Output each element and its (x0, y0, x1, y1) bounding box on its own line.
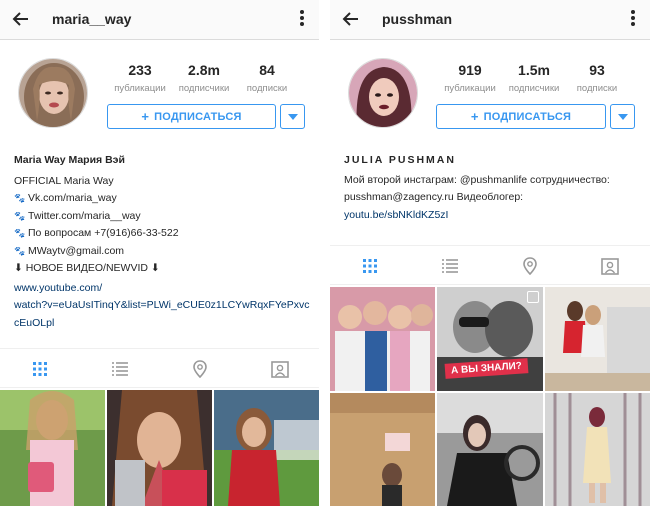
location-pin-icon[interactable] (520, 256, 540, 276)
stat-number: 1.5m (518, 62, 550, 78)
grid-photo[interactable] (545, 393, 650, 506)
stat-number: 919 (458, 62, 482, 78)
bio-line: OFFICIAL Maria Way (14, 174, 114, 187)
profile-username: maria__way (52, 11, 132, 27)
profile-screen-left: maria__way 233 публикации 2.8m подписчик… (0, 0, 319, 506)
profile-tabs (0, 348, 319, 388)
stat-label: подписки (576, 83, 618, 94)
paw-icon: 🐾 (14, 228, 26, 238)
plus-icon: + (141, 109, 150, 124)
grid-icon[interactable] (360, 256, 380, 276)
more-vertical-icon[interactable] (299, 10, 305, 30)
stat-number: 93 (589, 62, 605, 78)
profile-username: pusshman (382, 11, 453, 27)
tagged-person-icon[interactable] (270, 359, 290, 379)
grid-photo[interactable]: А ВЫ ЗНАЛИ? (437, 287, 543, 391)
profile-stats: 919 публикации 1.5m подписчики 93 подпис… (438, 62, 628, 96)
stat-label: публикации (114, 83, 166, 94)
follow-label: ПОДПИСАТЬСЯ (154, 110, 242, 123)
multiple-photos-icon (527, 291, 539, 303)
follow-button[interactable]: + ПОДПИСАТЬСЯ (107, 104, 276, 129)
stat-posts[interactable]: 233 публикации (108, 62, 172, 96)
bio-text: По вопросам +7(916)66-33-522 (28, 227, 179, 239)
bio-link[interactable]: watch?v=eUaUsITinqY&list=PLWi_eCUE0z1LCY… (14, 297, 314, 315)
stat-label: подписчики (178, 83, 230, 94)
stat-followers[interactable]: 1.5m подписчики (502, 62, 566, 96)
arrow-left-icon[interactable] (11, 9, 31, 29)
bio-line: ⬇ НОВОЕ ВИДЕО/NEWVID ⬇ (14, 262, 160, 274)
stat-number: 84 (259, 62, 275, 78)
bio-link[interactable]: www.youtube.com/ (14, 280, 314, 298)
dropdown-arrow-button[interactable] (610, 104, 635, 129)
tagged-person-icon[interactable] (600, 256, 620, 276)
grid-icon[interactable] (30, 359, 50, 379)
arrow-left-icon[interactable] (341, 9, 361, 29)
top-bar: maria__way (0, 0, 319, 40)
grid-photo[interactable] (330, 393, 435, 506)
stat-followers[interactable]: 2.8m подписчики (172, 62, 236, 96)
paw-icon: 🐾 (14, 193, 26, 203)
stat-number: 233 (128, 62, 152, 78)
stat-label: публикации (444, 83, 496, 94)
bio-line: pusshman@zagency.ru Видеоблогер: (344, 191, 524, 203)
stat-following[interactable]: 84 подписки (236, 62, 298, 96)
grid-photo[interactable] (107, 390, 212, 506)
bio-line: 🐾 Twitter.com/maria__way (14, 208, 314, 226)
more-vertical-icon[interactable] (630, 10, 636, 30)
follow-button[interactable]: + ПОДПИСАТЬСЯ (436, 104, 606, 129)
bio-line: Мой второй инстаграм: @pushmanlife сотру… (344, 173, 610, 186)
avatar[interactable] (348, 58, 418, 128)
stat-posts[interactable]: 919 публикации (438, 62, 502, 96)
profile-screen-right: pusshman 919 публикации 1.5m подписчики … (330, 0, 650, 506)
list-icon[interactable] (440, 256, 460, 276)
profile-bio: JULIA PUSHMAN Мой второй инстаграм: @pus… (344, 152, 644, 224)
profile-bio: Maria Way Мария Вэй OFFICIAL Maria Way 🐾… (14, 152, 314, 332)
bio-text: MWaytv@gmail.com (28, 244, 125, 257)
plus-icon: + (470, 109, 479, 124)
bio-line: 🐾 MWaytv@gmail.com (14, 243, 314, 261)
stat-label: подписки (246, 83, 288, 94)
profile-tabs (330, 245, 650, 285)
list-icon[interactable] (110, 359, 130, 379)
bio-link[interactable]: cEuOLpl (14, 315, 314, 333)
grid-photo[interactable] (437, 393, 543, 506)
grid-photo[interactable] (330, 287, 435, 391)
full-name: JULIA PUSHMAN (344, 154, 456, 166)
location-pin-icon[interactable] (190, 359, 210, 379)
bio-link[interactable]: youtu.be/sbNKldKZ5zI (344, 207, 644, 225)
avatar[interactable] (18, 58, 88, 128)
stat-following[interactable]: 93 подписки (566, 62, 628, 96)
grid-photo[interactable] (214, 390, 319, 506)
bio-line: 🐾 Vk.com/maria_way (14, 190, 314, 208)
stat-number: 2.8m (188, 62, 220, 78)
grid-photo[interactable] (0, 390, 105, 506)
profile-stats: 233 публикации 2.8m подписчики 84 подпис… (108, 62, 298, 96)
dropdown-arrow-button[interactable] (280, 104, 305, 129)
top-bar: pusshman (330, 0, 650, 40)
screen-divider (319, 0, 330, 506)
full-name: Maria Way Мария Вэй (14, 154, 125, 166)
bio-text: Twitter.com/maria__way (28, 209, 141, 222)
stat-label: подписчики (508, 83, 560, 94)
paw-icon: 🐾 (14, 210, 26, 221)
bio-text: Vk.com/maria_way (28, 192, 117, 204)
paw-icon: 🐾 (14, 245, 26, 256)
follow-label: ПОДПИСАТЬСЯ (483, 110, 572, 123)
bio-line: 🐾 По вопросам +7(916)66-33-522 (14, 225, 314, 243)
grid-photo[interactable] (545, 287, 650, 391)
